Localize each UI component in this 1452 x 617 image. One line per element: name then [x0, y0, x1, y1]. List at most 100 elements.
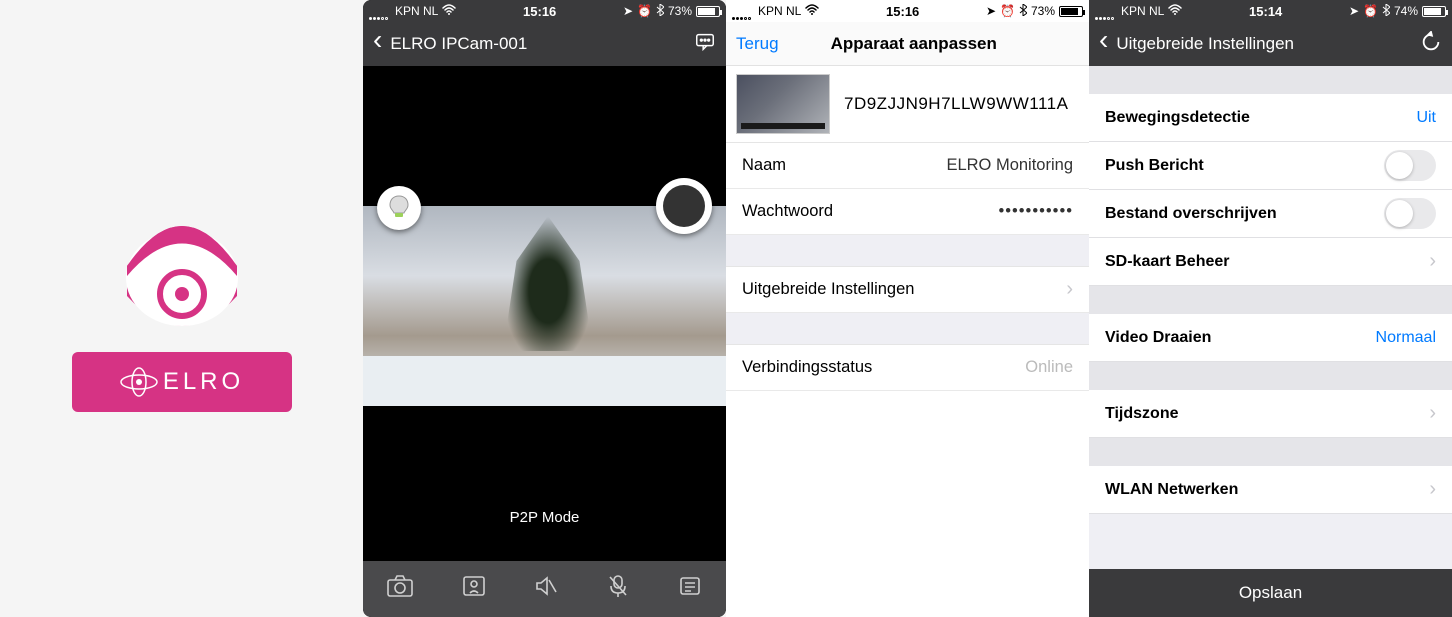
- camera-dome-icon: [107, 206, 257, 356]
- signal-icon: [369, 6, 391, 16]
- location-icon: ➤: [623, 4, 633, 18]
- section-gap: [726, 313, 1089, 345]
- gallery-button[interactable]: [462, 575, 486, 603]
- advanced-label: Uitgebreide Instellingen: [742, 280, 914, 299]
- push-toggle[interactable]: [1384, 150, 1436, 181]
- name-value: ELRO Monitoring: [946, 156, 1073, 175]
- alarm-icon: ⏰: [1363, 4, 1378, 18]
- mute-button[interactable]: [534, 575, 558, 603]
- snapshot-button[interactable]: [387, 575, 413, 603]
- video-frame[interactable]: [363, 206, 726, 406]
- brand-name: ELRO: [163, 368, 244, 396]
- motion-label: Bewegingsdetectie: [1105, 109, 1250, 127]
- motion-row[interactable]: Bewegingsdetectie Uit: [1089, 94, 1452, 142]
- section-gap: [1089, 362, 1452, 390]
- push-label: Push Bericht: [1105, 157, 1204, 175]
- wlan-row[interactable]: WLAN Netwerken: [1089, 466, 1452, 514]
- location-icon: ➤: [986, 4, 996, 18]
- sd-row[interactable]: SD-kaart Beheer: [1089, 238, 1452, 286]
- device-thumbnail: [736, 74, 830, 134]
- brand-plate: ELRO: [72, 352, 292, 412]
- password-label: Wachtwoord: [742, 202, 833, 221]
- record-inner-icon: [663, 185, 705, 227]
- wifi-icon: [1168, 4, 1182, 18]
- save-label: Opslaan: [1239, 583, 1302, 603]
- live-view-screen: KPN NL 15:16 ➤ ⏰ 73% ELRO IPCam-001: [363, 0, 726, 617]
- save-button[interactable]: Opslaan: [1089, 569, 1452, 617]
- battery-label: 73%: [1031, 4, 1055, 18]
- live-video-area: P2P Mode: [363, 66, 726, 536]
- mode-label: P2P Mode: [363, 509, 726, 526]
- section-gap: [1089, 66, 1452, 94]
- alarm-icon: ⏰: [1000, 4, 1015, 18]
- connection-row: Verbindingsstatus Online: [726, 345, 1089, 391]
- clock-label: 15:14: [1249, 4, 1282, 19]
- motion-value: Uit: [1416, 109, 1436, 127]
- wifi-icon: [442, 4, 456, 18]
- carrier-label: KPN NL: [395, 4, 438, 18]
- bluetooth-icon: [1382, 4, 1390, 19]
- signal-icon: [1095, 6, 1117, 16]
- page-title: Apparaat aanpassen: [749, 34, 1079, 54]
- battery-icon: [696, 6, 720, 17]
- wlan-label: WLAN Netwerken: [1105, 481, 1238, 499]
- rotate-row[interactable]: Video Draaien Normaal: [1089, 314, 1452, 362]
- app-icon-panel: ELRO: [0, 0, 363, 617]
- section-gap: [1089, 286, 1452, 314]
- settings-navbar: Terug Apparaat aanpassen: [726, 22, 1089, 66]
- carrier-label: KPN NL: [1121, 4, 1164, 18]
- back-icon[interactable]: [1099, 34, 1108, 54]
- brand-logo-icon: [119, 367, 159, 397]
- bulb-icon: [388, 195, 410, 221]
- advanced-navbar: Uitgebreide Instellingen: [1089, 22, 1452, 66]
- section-gap: [726, 235, 1089, 267]
- battery-icon: [1059, 6, 1083, 17]
- advanced-settings-screen: KPN NL 15:14 ➤ ⏰ 74% Uitgebreide Instell…: [1089, 0, 1452, 617]
- battery-icon: [1422, 6, 1446, 17]
- signal-icon: [732, 6, 754, 16]
- overwrite-label: Bestand overschrijven: [1105, 205, 1277, 223]
- carrier-label: KPN NL: [758, 4, 801, 18]
- page-title: Uitgebreide Instellingen: [1116, 34, 1294, 54]
- password-row[interactable]: Wachtwoord •••••••••••: [726, 189, 1089, 235]
- timezone-label: Tijdszone: [1105, 405, 1179, 423]
- overwrite-row[interactable]: Bestand overschrijven: [1089, 190, 1452, 238]
- device-header: 7D9ZJJN9H7LLW9WW111A: [726, 66, 1089, 143]
- app-icon: ELRO: [72, 206, 292, 412]
- chevron-right-icon: [1429, 402, 1436, 425]
- overwrite-toggle[interactable]: [1384, 198, 1436, 229]
- device-settings-screen: KPN NL 15:16 ➤ ⏰ 73% Terug Apparaat aanp…: [726, 0, 1089, 617]
- push-row[interactable]: Push Bericht: [1089, 142, 1452, 190]
- back-icon[interactable]: [373, 34, 382, 54]
- chat-icon[interactable]: [694, 31, 716, 58]
- chevron-right-icon: [1429, 478, 1436, 501]
- section-gap: [1089, 438, 1452, 466]
- timezone-row[interactable]: Tijdszone: [1089, 390, 1452, 438]
- status-bar: KPN NL 15:14 ➤ ⏰ 74%: [1089, 0, 1452, 22]
- mic-mute-button[interactable]: [607, 574, 629, 604]
- location-icon: ➤: [1349, 4, 1359, 18]
- name-row[interactable]: Naam ELRO Monitoring: [726, 143, 1089, 189]
- rotate-value: Normaal: [1376, 329, 1436, 347]
- clock-label: 15:16: [886, 4, 919, 19]
- camera-title: ELRO IPCam-001: [390, 34, 527, 54]
- refresh-button[interactable]: [1420, 31, 1442, 58]
- light-button[interactable]: [377, 186, 421, 230]
- sd-label: SD-kaart Beheer: [1105, 253, 1230, 271]
- password-value: •••••••••••: [998, 202, 1073, 221]
- status-bar: KPN NL 15:16 ➤ ⏰ 73%: [726, 0, 1089, 22]
- advanced-settings-row[interactable]: Uitgebreide Instellingen: [726, 267, 1089, 313]
- record-button[interactable]: [656, 178, 712, 234]
- rotate-label: Video Draaien: [1105, 329, 1211, 347]
- clock-label: 15:16: [523, 4, 556, 19]
- live-navbar: ELRO IPCam-001: [363, 22, 726, 66]
- more-button[interactable]: [678, 575, 702, 603]
- alarm-icon: ⏰: [637, 4, 652, 18]
- device-id: 7D9ZJJN9H7LLW9WW111A: [844, 94, 1068, 114]
- chevron-right-icon: [1429, 250, 1436, 273]
- chevron-right-icon: [1066, 278, 1073, 301]
- wifi-icon: [805, 4, 819, 18]
- name-label: Naam: [742, 156, 786, 175]
- status-bar: KPN NL 15:16 ➤ ⏰ 73%: [363, 0, 726, 22]
- battery-label: 74%: [1394, 4, 1418, 18]
